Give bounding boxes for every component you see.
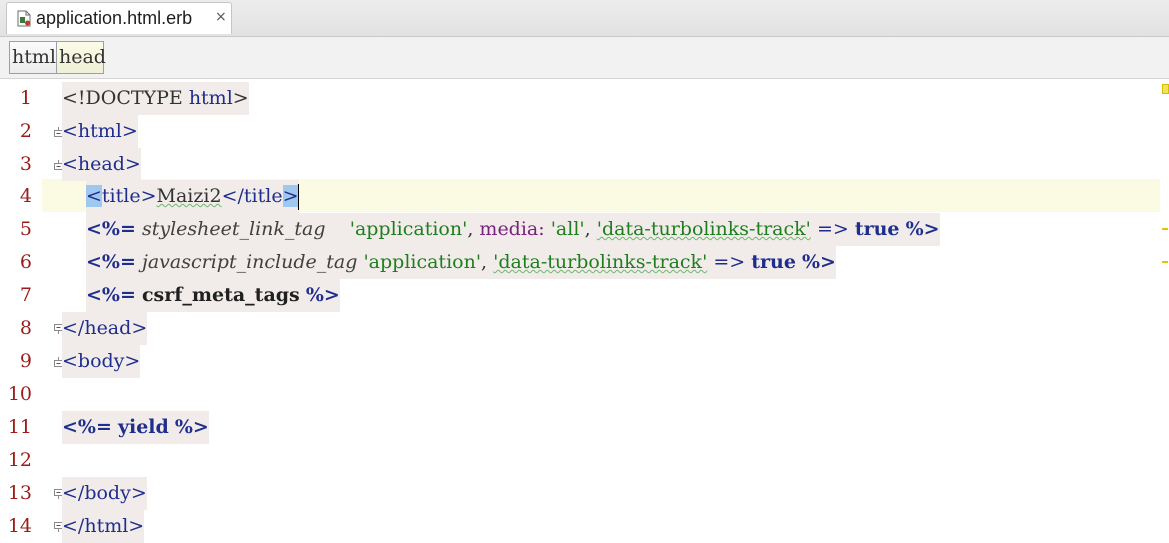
tag-bracket: < [62,350,78,372]
code-line-6: <%= javascript_include_tag 'application'… [86,246,836,279]
error-stripe-marker[interactable] [1162,228,1168,230]
string-literal: 'application' [363,251,482,273]
tag-bracket: </ [62,317,85,339]
helper-method: javascript_include_tag [141,251,358,273]
string-literal: 'data-turbolinks-track' [596,218,811,240]
tag-bracket: > [140,185,157,207]
doctype-name: html [188,87,233,109]
tag-bracket: > [124,153,141,175]
matched-bracket: > [282,185,299,207]
code-line-1: <!DOCTYPE html> [62,82,249,115]
error-stripe-marker[interactable] [1162,261,1168,263]
code-line-3: <head> [62,148,141,181]
code-editor[interactable]: 1 2 3 4 5 6 7 8 9 10 11 12 13 14 <!DOCTY… [0,80,1169,543]
tag-bracket: </ [221,185,244,207]
hash-arrow: => [713,251,746,273]
line-number: 13 [7,482,32,504]
code-line-13: </body> [62,477,147,510]
erb-file-icon [17,10,31,27]
helper-method: stylesheet_link_tag [141,218,326,240]
erb-open: <%= [62,416,112,438]
breadcrumb-item-head[interactable]: head [56,41,106,74]
close-icon[interactable]: × [215,9,227,25]
code-line-7: <%= csrf_meta_tags %> [86,279,340,312]
doctype-open: <!DOCTYPE [62,87,189,109]
line-number: 7 [19,284,32,306]
tag-name: title [101,185,141,207]
erb-close: %> [305,284,340,306]
erb-open: <%= [86,284,136,306]
line-number: 8 [19,317,32,339]
line-number: 12 [7,449,32,471]
breadcrumb: html head [0,37,1169,79]
keyword-true: true [751,251,796,273]
string-literal: 'all' [550,218,585,240]
line-number: 10 [7,383,32,405]
tag-bracket: > [124,350,141,372]
erb-close: %> [801,251,836,273]
text-caret [298,184,300,210]
yield-keyword: yield [117,416,169,438]
tag-bracket: > [121,120,138,142]
line-number-gutter: 1 2 3 4 5 6 7 8 9 10 11 12 13 14 [0,80,42,543]
breadcrumb-item-html[interactable]: html [9,41,57,74]
tag-name: html [84,515,129,537]
line-number: 1 [19,87,32,109]
tag-name: body [77,350,125,372]
erb-open: <%= [86,251,136,273]
tag-name: body [84,482,131,504]
title-text: Maizi2 [156,185,222,207]
keyword-true: true [854,218,900,240]
line-number: 2 [19,120,32,142]
code-line-2: <html> [62,115,138,148]
tag-name: head [77,153,125,175]
tag-bracket: > [128,515,145,537]
doctype-close: > [232,87,249,109]
tag-name: head [84,317,132,339]
code-line-9: <body> [62,345,141,378]
symbol-key: media: [479,218,545,240]
erb-open: <%= [86,218,136,240]
code-line-4: <title>Maizi2</title> [86,180,300,213]
tag-name: html [77,120,122,142]
file-tab[interactable]: application.html.erb × [6,2,232,34]
line-number: 4 [19,185,32,207]
line-number: 3 [19,153,32,175]
code-line-5: <%= stylesheet_link_tag 'application', m… [86,213,940,246]
tag-bracket: > [130,482,147,504]
tag-bracket: </ [62,482,85,504]
comma: , [467,218,474,240]
erb-close: %> [905,218,940,240]
tag-bracket: < [62,153,78,175]
editor-tab-bar: application.html.erb × [0,0,1169,37]
tag-name: title [243,185,283,207]
helper-method: csrf_meta_tags [141,284,300,306]
warning-marker-icon[interactable] [1162,84,1169,94]
hash-arrow: => [816,218,849,240]
tag-bracket: < [62,120,78,142]
matched-bracket: < [86,185,102,207]
string-literal: 'application' [349,218,468,240]
string-literal: 'data-turbolinks-track' [493,251,708,273]
comma: , [481,251,488,273]
code-line-11: <%= yield %> [62,411,209,444]
line-number: 14 [7,515,32,537]
erb-close: %> [174,416,209,438]
comma: , [584,218,591,240]
tag-bracket: > [131,317,148,339]
tag-bracket: </ [62,515,85,537]
code-line-8: </head> [62,312,148,345]
code-line-14: </html> [62,510,145,543]
line-number: 6 [19,251,32,273]
line-number: 11 [7,416,32,438]
line-number: 5 [19,218,32,240]
tab-filename: application.html.erb [36,8,193,28]
line-number: 9 [19,350,32,372]
